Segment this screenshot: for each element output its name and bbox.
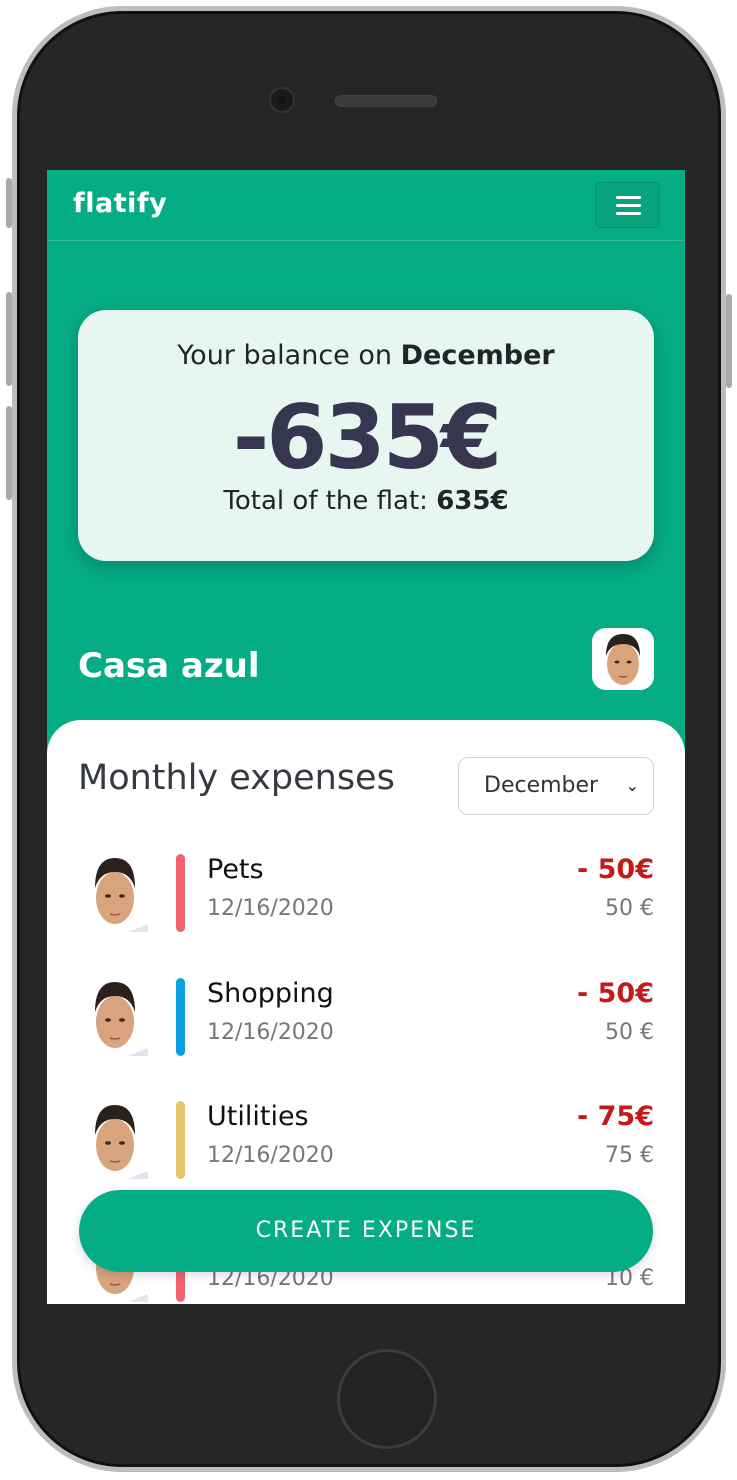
expense-amount: - 50€ — [577, 854, 654, 885]
payer-avatar — [84, 1101, 148, 1179]
month-select[interactable]: December ⌄ — [458, 757, 654, 815]
flat-member-avatar[interactable] — [592, 628, 654, 690]
volume-up-button — [6, 292, 12, 386]
avatar-photo — [592, 628, 654, 690]
expense-amount: - 50€ — [577, 978, 654, 1009]
balance-card: Your balance on December -635€ Total of … — [78, 310, 654, 561]
expense-item[interactable]: Shopping 12/16/2020 - 50€ 50 € — [47, 978, 685, 1088]
menu-icon-bar — [616, 204, 641, 207]
menu-icon-bar — [616, 212, 641, 215]
balance-month: December — [400, 340, 555, 371]
balance-amount: -635€ — [232, 386, 502, 489]
create-expense-button[interactable]: CREATE EXPENSE — [79, 1190, 653, 1272]
category-color-bar — [176, 978, 185, 1056]
expense-date: 12/16/2020 — [207, 1143, 334, 1168]
expense-date: 12/16/2020 — [207, 896, 334, 921]
payer-avatar — [84, 978, 148, 1056]
balance-title: Your balance on December — [78, 340, 654, 371]
flat-total-label: Total of the flat: — [223, 486, 437, 516]
home-button[interactable] — [337, 1349, 437, 1449]
expense-name: Pets — [207, 854, 264, 885]
flat-name: Casa azul — [78, 646, 260, 686]
expense-name: Utilities — [207, 1101, 309, 1132]
speaker-grille — [335, 95, 437, 107]
payer-avatar — [84, 854, 148, 932]
category-color-bar — [176, 1101, 185, 1179]
navbar: flatify — [47, 170, 685, 241]
expense-share: 75 € — [605, 1143, 654, 1168]
avatar-photo — [84, 854, 148, 932]
app-logo[interactable]: flatify — [73, 188, 167, 219]
volume-down-button — [6, 406, 12, 500]
mute-switch — [6, 178, 12, 228]
expense-item[interactable]: Pets 12/16/2020 - 50€ 50 € — [47, 854, 685, 964]
flat-total: Total of the flat: 635€ — [78, 486, 654, 516]
expense-amount: - 75€ — [577, 1101, 654, 1132]
camera-icon — [269, 87, 295, 113]
expense-name: Shopping — [207, 978, 334, 1009]
expense-share: 50 € — [605, 1020, 654, 1045]
power-button — [726, 294, 732, 388]
expense-date: 12/16/2020 — [207, 1020, 334, 1045]
flat-total-value: 635€ — [436, 486, 509, 516]
expense-share: 50 € — [605, 896, 654, 921]
avatar-photo — [84, 1101, 148, 1179]
expenses-title: Monthly expenses — [78, 758, 395, 798]
hamburger-menu-button[interactable] — [595, 182, 660, 228]
menu-icon — [616, 196, 641, 199]
balance-title-prefix: Your balance on — [177, 340, 401, 371]
category-color-bar — [176, 854, 185, 932]
chevron-down-icon: ⌄ — [625, 776, 639, 795]
month-select-value: December — [484, 773, 599, 798]
app-screen: flatify Your balance on December -635€ T… — [47, 170, 685, 1304]
avatar-photo — [84, 978, 148, 1056]
